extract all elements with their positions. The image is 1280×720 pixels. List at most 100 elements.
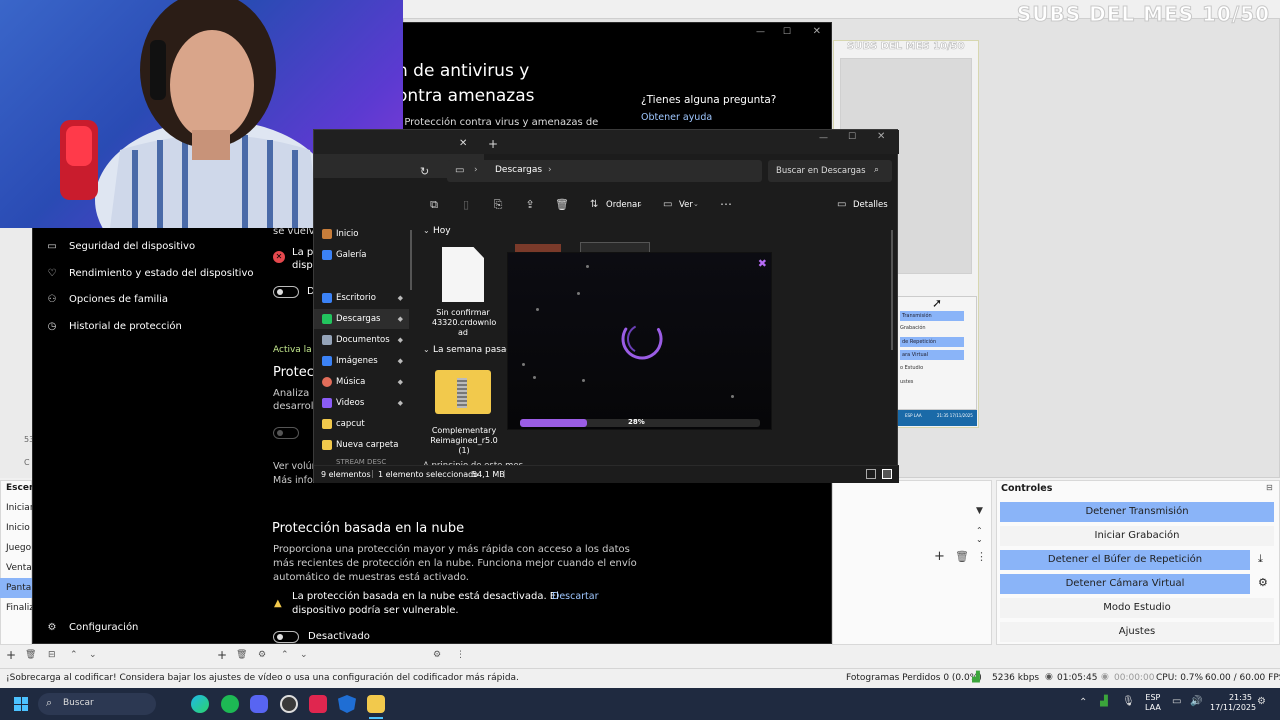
- scene-item[interactable]: Inician: [0, 498, 36, 518]
- obs-tray-icon[interactable]: ▟: [1100, 696, 1108, 707]
- nav-item-images[interactable]: Imágenes ◆: [314, 351, 409, 371]
- cloud-toggle-switch[interactable]: [273, 631, 299, 643]
- nav-family-options[interactable]: ⚇ Opciones de familia: [45, 294, 169, 305]
- maximize-icon[interactable]: ☐: [848, 132, 856, 142]
- toggle-state-label: Desactivado: [308, 631, 370, 642]
- settings-button[interactable]: Ajustes: [1000, 622, 1274, 642]
- tab-close-icon[interactable]: ✕: [459, 138, 467, 149]
- scene-item[interactable]: Inicio: [0, 518, 32, 538]
- close-icon[interactable]: ✖: [758, 257, 767, 270]
- chevron-down-icon[interactable]: ⌄: [423, 226, 430, 235]
- nav-item-partial[interactable]: STREAM DESC: [314, 456, 409, 464]
- add-scene-icon[interactable]: +: [6, 648, 16, 662]
- edge-icon[interactable]: [191, 695, 209, 713]
- nav-settings[interactable]: ⚙ Configuración: [45, 622, 139, 633]
- content-scrollbar[interactable]: [891, 230, 893, 350]
- close-icon[interactable]: ✕: [877, 131, 885, 142]
- language-indicator[interactable]: ESP LAA: [1145, 693, 1161, 713]
- stop-stream-button[interactable]: Detener Transmisión: [1000, 502, 1274, 522]
- nav-item-videos[interactable]: Videos ◆: [314, 393, 409, 413]
- dock-float-icon[interactable]: ⊟: [1266, 483, 1273, 492]
- gear-icon[interactable]: ⚙: [1258, 576, 1268, 589]
- taskbar-search[interactable]: ⌕ Buscar: [38, 693, 156, 715]
- mixer-settings-icon[interactable]: ⚙: [433, 650, 441, 660]
- search-icon[interactable]: ⌕: [874, 165, 879, 175]
- file-explorer-icon[interactable]: [367, 695, 385, 713]
- copy-icon[interactable]: ⧉: [427, 198, 441, 212]
- more-options-icon[interactable]: ⋯: [720, 197, 732, 211]
- delete-icon[interactable]: 🗑: [555, 198, 569, 212]
- help-link[interactable]: Obtener ayuda: [641, 112, 712, 123]
- move-up-icon[interactable]: ⌃: [70, 650, 78, 660]
- chevron-up-icon[interactable]: ⌃: [1079, 697, 1087, 708]
- minimize-icon[interactable]: —: [819, 133, 828, 143]
- nav-item-documents[interactable]: Documentos ◆: [314, 330, 409, 350]
- maximize-icon[interactable]: ☐: [783, 27, 791, 37]
- notification-icon[interactable]: ⚙: [1257, 696, 1266, 707]
- new-tab-icon[interactable]: +: [488, 137, 498, 151]
- add-icon[interactable]: +: [934, 549, 945, 564]
- partial-link[interactable]: Ver volún: [273, 461, 318, 472]
- nav-item-desktop[interactable]: Escritorio ◆: [314, 288, 409, 308]
- scene-item[interactable]: Finaliz: [0, 598, 34, 618]
- refresh-icon[interactable]: ↻: [420, 165, 429, 178]
- scene-item[interactable]: Venta: [0, 558, 32, 578]
- volume-icon[interactable]: 🔊: [1190, 696, 1202, 707]
- nav-item-home[interactable]: Inicio: [314, 224, 409, 244]
- share-icon[interactable]: ⇪: [523, 198, 537, 212]
- capcut-icon[interactable]: [309, 695, 327, 713]
- spin-arrows-icon[interactable]: ⌃ ⌄: [976, 526, 983, 544]
- source-down-icon[interactable]: ⌄: [300, 650, 308, 660]
- view-button[interactable]: Ver: [679, 200, 693, 210]
- nav-item-gallery[interactable]: Galería: [314, 245, 409, 265]
- more-icon[interactable]: ⋮: [976, 550, 987, 563]
- pin-icon: ◆: [397, 357, 403, 365]
- scene-item[interactable]: Juego: [0, 538, 32, 558]
- sort-button[interactable]: Ordenar: [606, 200, 641, 210]
- dismiss-link[interactable]: Descartar: [552, 591, 599, 602]
- nav-item-downloads[interactable]: Descargas ◆: [314, 309, 409, 329]
- nav-item-new-folder[interactable]: Nueva carpeta: [314, 435, 409, 455]
- stop-virtual-camera-button[interactable]: Detener Cámara Virtual: [1000, 574, 1250, 594]
- mic-icon[interactable]: 🎙: [1122, 696, 1135, 707]
- scene-item-active[interactable]: Pantal: [0, 578, 34, 598]
- spotify-icon[interactable]: [221, 695, 239, 713]
- trash-icon[interactable]: 🗑: [955, 550, 969, 563]
- dropdown-arrow-icon[interactable]: ▼: [976, 506, 983, 516]
- minimize-icon[interactable]: —: [756, 27, 765, 37]
- move-down-icon[interactable]: ⌄: [89, 650, 97, 660]
- clock[interactable]: 21:35 17/11/2025: [1210, 693, 1256, 713]
- tiles-view-icon[interactable]: [882, 469, 892, 479]
- mixer-more-icon[interactable]: ⋮: [456, 650, 465, 660]
- obs-icon[interactable]: [280, 695, 298, 713]
- nav-item-music[interactable]: Música ◆: [314, 372, 409, 392]
- remove-scene-icon[interactable]: 🗑: [25, 650, 36, 660]
- details-button[interactable]: Detalles: [853, 200, 888, 210]
- stop-replay-buffer-button[interactable]: Detener el Búfer de Repetición: [1000, 550, 1250, 570]
- start-recording-button[interactable]: Iniciar Grabación: [1000, 526, 1274, 546]
- nav-scrollbar[interactable]: [410, 230, 412, 290]
- discord-icon[interactable]: [250, 695, 268, 713]
- save-replay-icon[interactable]: ⤓: [1258, 552, 1263, 566]
- chevron-down-icon[interactable]: ⌄: [423, 345, 430, 354]
- nav-protection-history[interactable]: ◷ Historial de protección: [45, 321, 182, 332]
- rename-icon[interactable]: ⎘: [491, 198, 505, 212]
- source-settings-icon[interactable]: ⚙: [258, 650, 266, 660]
- nav-device-performance[interactable]: ♡ Rendimiento y estado del dispositivo: [45, 268, 254, 279]
- windows-start-icon[interactable]: [14, 697, 28, 711]
- studio-mode-button[interactable]: Modo Estudio: [1000, 598, 1274, 618]
- remove-source-icon[interactable]: 🗑: [236, 650, 247, 660]
- zip-folder-icon[interactable]: [435, 370, 491, 414]
- filter-icon[interactable]: ⊟: [48, 650, 56, 660]
- nav-device-security[interactable]: ▭ Seguridad del dispositivo: [45, 241, 195, 252]
- defender-icon[interactable]: [338, 695, 356, 713]
- breadcrumb[interactable]: Descargas: [495, 165, 542, 175]
- file-icon[interactable]: [442, 247, 484, 302]
- close-icon[interactable]: ✕: [813, 26, 821, 37]
- nav-item-capcut[interactable]: capcut: [314, 414, 409, 434]
- source-up-icon[interactable]: ⌃: [281, 650, 289, 660]
- list-view-icon[interactable]: [866, 469, 876, 479]
- add-source-icon[interactable]: +: [217, 648, 227, 662]
- toggle-switch[interactable]: [273, 286, 299, 298]
- network-icon[interactable]: ▭: [1172, 696, 1181, 707]
